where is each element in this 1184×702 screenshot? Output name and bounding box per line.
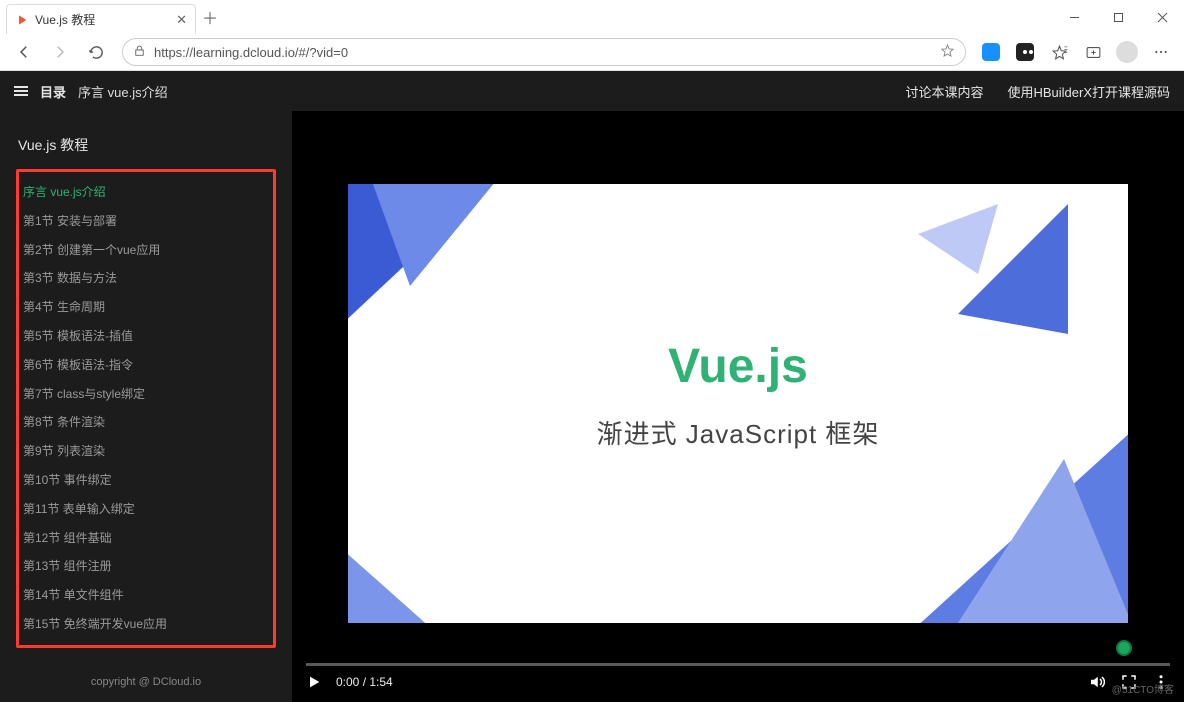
tab-title: Vue.js 教程 <box>35 11 95 28</box>
directory-label[interactable]: 目录 <box>40 82 66 101</box>
toc-item[interactable]: 第1节 安装与部署 <box>19 207 273 236</box>
slide-title: Vue.js <box>597 339 880 394</box>
browser-tab[interactable]: Vue.js 教程 ✕ <box>6 4 196 34</box>
close-window-button[interactable] <box>1140 2 1184 32</box>
video-slide: Vue.js 渐进式 JavaScript 框架 <box>348 184 1128 623</box>
toc-item[interactable]: 第10节 事件绑定 <box>19 466 273 495</box>
toc-item[interactable]: 第9节 列表渲染 <box>19 437 273 466</box>
breadcrumb: 序言 vue.js介绍 <box>78 82 168 101</box>
status-indicator-icon <box>1116 640 1132 656</box>
toc-item[interactable]: 第4节 生命周期 <box>19 293 273 322</box>
window-controls <box>1052 2 1184 32</box>
minimize-button[interactable] <box>1052 2 1096 32</box>
browser-chrome: Vue.js 教程 ✕ ＋ https://learning.dcloud.io… <box>0 0 1184 71</box>
maximize-button[interactable] <box>1096 2 1140 32</box>
video-time: 0:00 / 1:54 <box>336 675 393 689</box>
url-text: https://learning.dcloud.io/#/?vid=0 <box>154 45 348 60</box>
lock-icon <box>133 44 146 60</box>
toc-item[interactable]: 第6节 模板语法-指令 <box>19 351 273 380</box>
play-button[interactable] <box>306 674 322 690</box>
extension-icons <box>976 37 1176 67</box>
copyright-text: copyright @ DCloud.io <box>16 666 276 692</box>
extension-blue-icon[interactable] <box>976 37 1006 67</box>
profile-avatar[interactable] <box>1112 37 1142 67</box>
sidebar: Vue.js 教程 序言 vue.js介绍第1节 安装与部署第2节 创建第一个v… <box>0 111 292 702</box>
toc-highlight-box: 序言 vue.js介绍第1节 安装与部署第2节 创建第一个vue应用第3节 数据… <box>16 169 276 648</box>
refresh-button[interactable] <box>80 36 112 68</box>
video-player[interactable]: Vue.js 渐进式 JavaScript 框架 0:00 / 1:54 <box>292 111 1184 702</box>
address-row: https://learning.dcloud.io/#/?vid=0 <box>0 34 1184 70</box>
dcloud-logo-icon <box>15 13 29 27</box>
back-button[interactable] <box>8 36 40 68</box>
discuss-link[interactable]: 讨论本课内容 <box>905 82 983 101</box>
toc-item[interactable]: 第11节 表单输入绑定 <box>19 495 273 524</box>
page-content: 目录 序言 vue.js介绍 讨论本课内容 使用HBuilderX打开课程源码 … <box>0 71 1184 702</box>
toc-item[interactable]: 第3节 数据与方法 <box>19 264 273 293</box>
toc-item[interactable]: 第13节 组件注册 <box>19 552 273 581</box>
open-hbuilder-link[interactable]: 使用HBuilderX打开课程源码 <box>1007 82 1170 101</box>
slide-subtitle: 渐进式 JavaScript 框架 <box>597 414 880 451</box>
collections-icon[interactable] <box>1078 37 1108 67</box>
forward-button[interactable] <box>44 36 76 68</box>
close-tab-icon[interactable]: ✕ <box>176 12 187 28</box>
favorites-icon[interactable] <box>1044 37 1074 67</box>
course-title: Vue.js 教程 <box>16 131 276 169</box>
toc-item[interactable]: 第14节 单文件组件 <box>19 581 273 610</box>
url-bar[interactable]: https://learning.dcloud.io/#/?vid=0 <box>122 38 966 66</box>
favorite-star-icon[interactable] <box>940 43 955 61</box>
toc-item[interactable]: 第5节 模板语法-插值 <box>19 322 273 351</box>
toc-item[interactable]: 第15节 免终端开发vue应用 <box>19 610 273 639</box>
page-header: 目录 序言 vue.js介绍 讨论本课内容 使用HBuilderX打开课程源码 <box>0 71 1184 111</box>
more-menu-icon[interactable] <box>1146 37 1176 67</box>
hamburger-menu-icon[interactable] <box>14 86 28 96</box>
tab-strip: Vue.js 教程 ✕ ＋ <box>0 0 1184 34</box>
toc-item[interactable]: 第12节 组件基础 <box>19 524 273 553</box>
volume-button[interactable] <box>1088 673 1106 691</box>
watermark: @51CTO博客 <box>1112 681 1174 696</box>
toc-item[interactable]: 第7节 class与style绑定 <box>19 380 273 409</box>
video-controls: 0:00 / 1:54 <box>292 662 1184 702</box>
toc-item[interactable]: 序言 vue.js介绍 <box>19 178 273 207</box>
toc-item[interactable]: 第2节 创建第一个vue应用 <box>19 236 273 265</box>
toc-item[interactable]: 第8节 条件渲染 <box>19 408 273 437</box>
extension-dark-icon[interactable] <box>1010 37 1040 67</box>
new-tab-button[interactable]: ＋ <box>196 3 224 31</box>
